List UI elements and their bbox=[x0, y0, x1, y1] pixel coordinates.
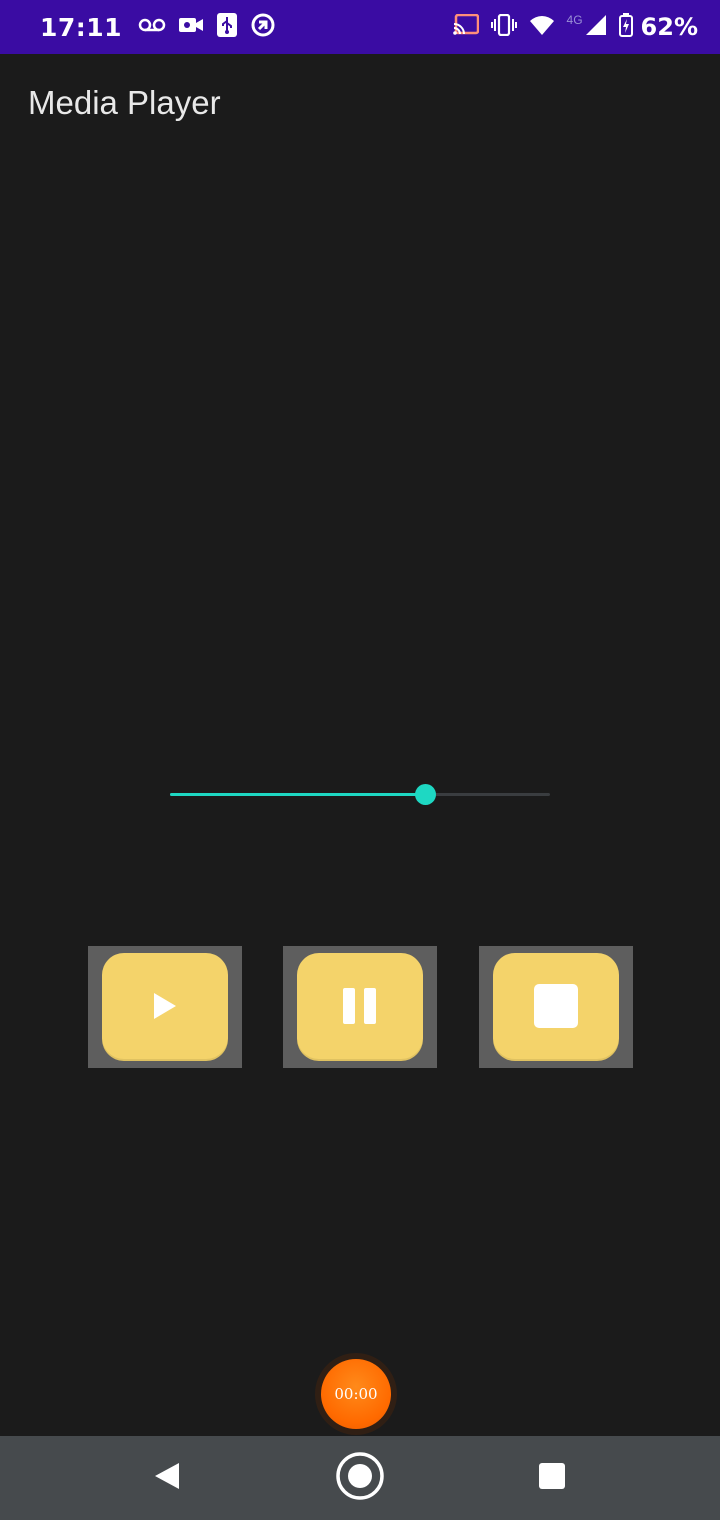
recents-icon bbox=[538, 1462, 566, 1495]
battery-percent: 62% bbox=[640, 13, 698, 41]
nav-recents-button[interactable] bbox=[507, 1436, 597, 1520]
pause-icon bbox=[342, 987, 378, 1027]
usb-icon bbox=[216, 12, 238, 43]
cast-icon bbox=[452, 13, 479, 41]
signal-icon bbox=[585, 14, 607, 41]
back-icon bbox=[153, 1461, 181, 1496]
home-icon bbox=[334, 1450, 386, 1507]
nav-back-button[interactable] bbox=[122, 1436, 212, 1520]
nav-home-button[interactable] bbox=[315, 1436, 405, 1520]
vpn-icon bbox=[250, 12, 276, 43]
play-button[interactable] bbox=[102, 953, 228, 1061]
pause-button[interactable] bbox=[297, 953, 423, 1061]
network-type-label: 4G bbox=[566, 13, 583, 27]
vibrate-icon bbox=[490, 13, 517, 41]
stop-button[interactable] bbox=[493, 953, 619, 1061]
voicemail-icon bbox=[138, 17, 166, 38]
timer-button[interactable]: 00:00 bbox=[321, 1359, 391, 1429]
pause-button-frame bbox=[283, 946, 437, 1068]
page-title: Media Player bbox=[28, 84, 221, 121]
playback-controls bbox=[88, 946, 633, 1068]
wifi-icon bbox=[529, 14, 555, 41]
status-right-icons: 4G 62% bbox=[452, 12, 698, 42]
seek-bar[interactable] bbox=[170, 782, 550, 806]
seek-progress bbox=[170, 793, 425, 796]
stop-icon bbox=[534, 983, 578, 1031]
video-camera-icon bbox=[178, 16, 204, 39]
play-icon bbox=[151, 991, 179, 1024]
timer-label: 00:00 bbox=[334, 1385, 378, 1403]
seek-thumb[interactable] bbox=[414, 784, 436, 805]
stop-button-frame bbox=[479, 946, 633, 1068]
play-button-frame bbox=[88, 946, 242, 1068]
status-bar: 17:11 4G 62% bbox=[0, 0, 720, 54]
battery-charging-icon bbox=[618, 12, 633, 42]
status-left-icons bbox=[138, 12, 276, 43]
status-time: 17:11 bbox=[40, 12, 123, 42]
navigation-bar bbox=[0, 1436, 720, 1520]
